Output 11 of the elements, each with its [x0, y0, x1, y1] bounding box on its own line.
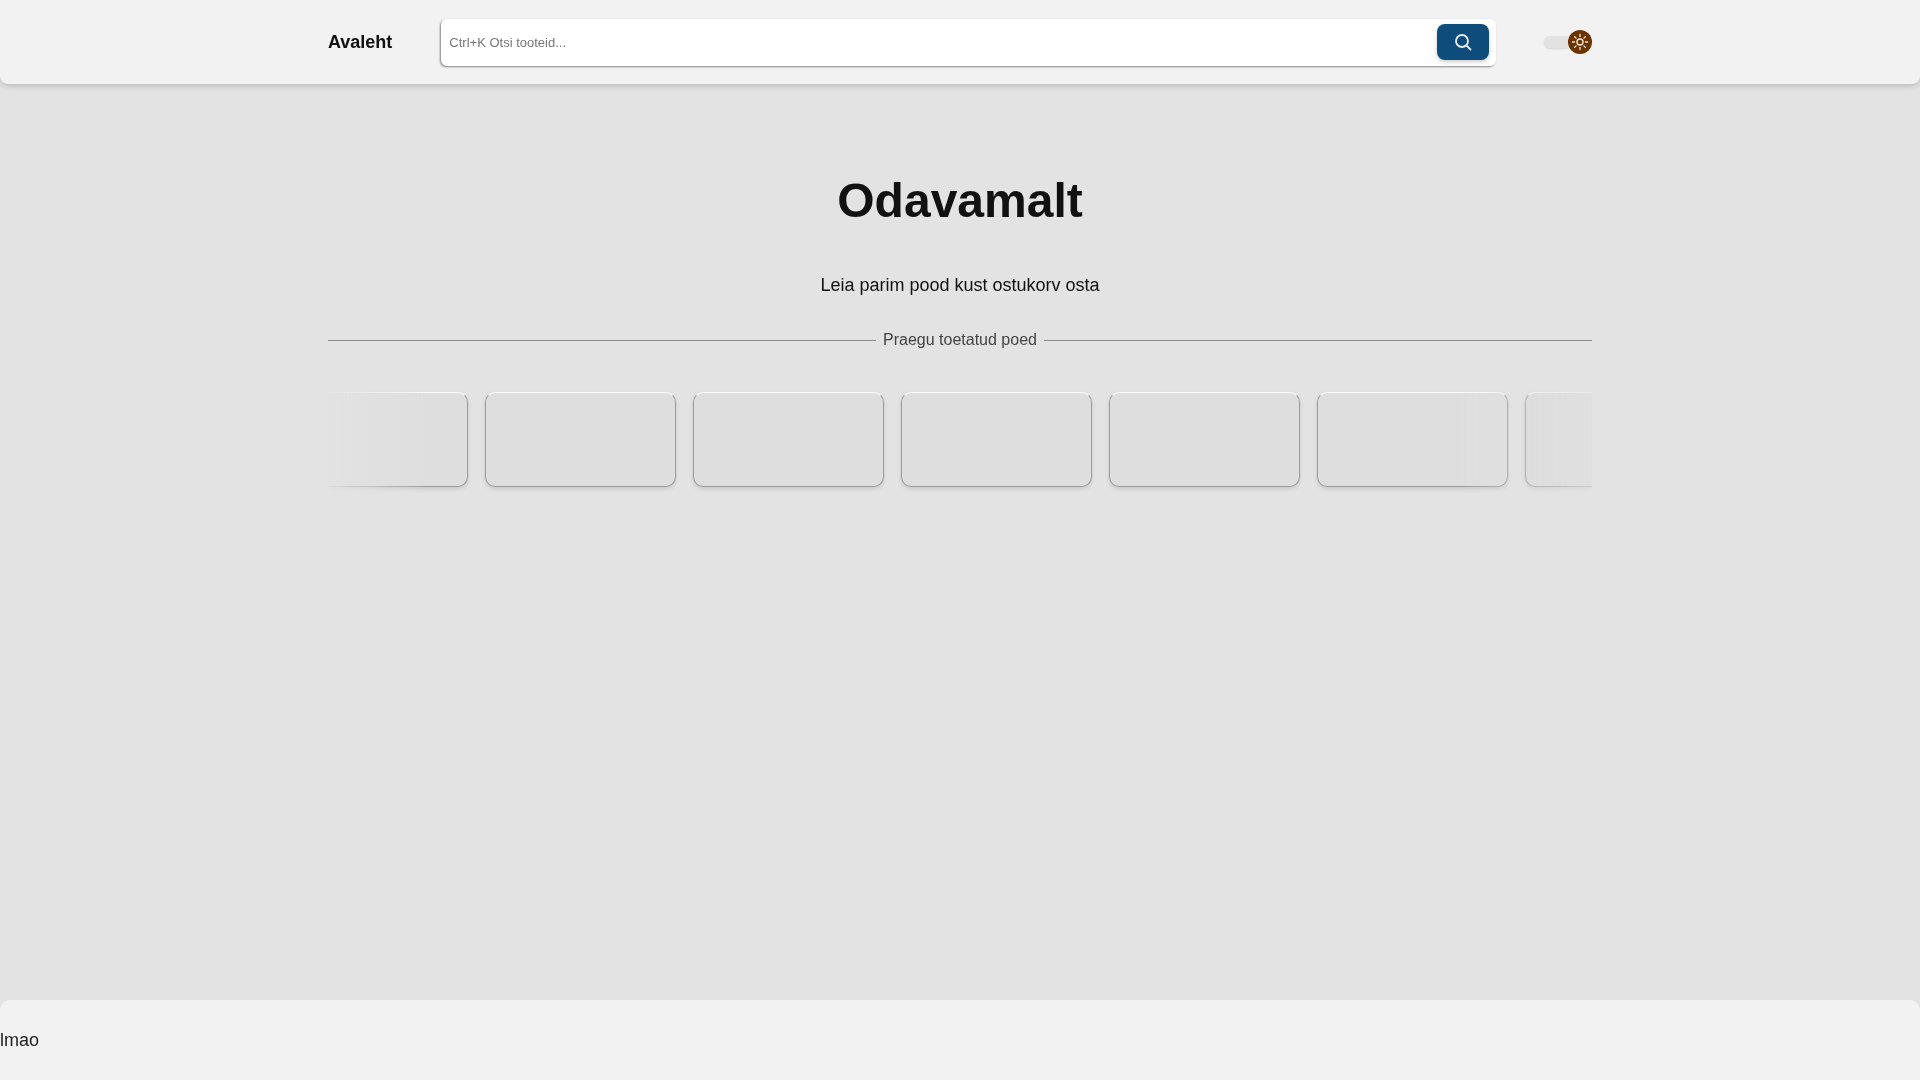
- search-bar[interactable]: Ctrl+K Otsi tooteid...: [441, 18, 1496, 66]
- theme-toggle[interactable]: [1544, 30, 1592, 54]
- home-link[interactable]: Avaleht: [328, 31, 393, 53]
- page-title: Odavamalt: [836, 173, 1084, 228]
- page-subtitle: Leia parim pood kust ostukorv osta: [819, 274, 1101, 296]
- search-icon: [1454, 33, 1472, 51]
- search-field[interactable]: Ctrl+K Otsi tooteid...: [449, 30, 1429, 54]
- toggle-track: [1544, 36, 1568, 48]
- footer-text: lmao: [0, 1029, 39, 1051]
- section-heading: Praegu toetatud poed: [883, 331, 1037, 349]
- search-button[interactable]: [1437, 24, 1489, 60]
